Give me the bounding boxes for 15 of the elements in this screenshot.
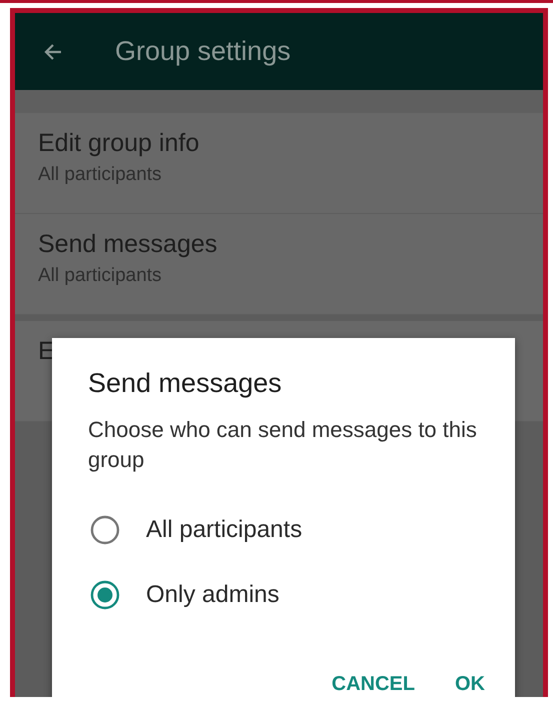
option-label[interactable]: Only admins xyxy=(146,580,280,608)
radio-button[interactable] xyxy=(90,580,120,610)
radio-button[interactable] xyxy=(90,514,120,544)
setting-title: Edit group info xyxy=(38,129,200,158)
screen-title: Group settings xyxy=(115,36,291,67)
dialog-button[interactable]: CANCEL xyxy=(324,667,423,697)
dialog-button[interactable]: OK xyxy=(447,667,493,697)
settings-row[interactable]: Send messages All participants xyxy=(15,214,543,315)
dialog-title: Send messages xyxy=(88,368,282,399)
setting-value: All participants xyxy=(38,265,162,287)
setting-title: Send messages xyxy=(38,230,218,259)
setting-value: All participants xyxy=(38,164,162,186)
settings-row[interactable]: Edit group info All participants xyxy=(15,113,543,214)
dialog-message: Choose who can send messages to this group xyxy=(88,416,478,474)
option-label[interactable]: All participants xyxy=(146,516,302,544)
